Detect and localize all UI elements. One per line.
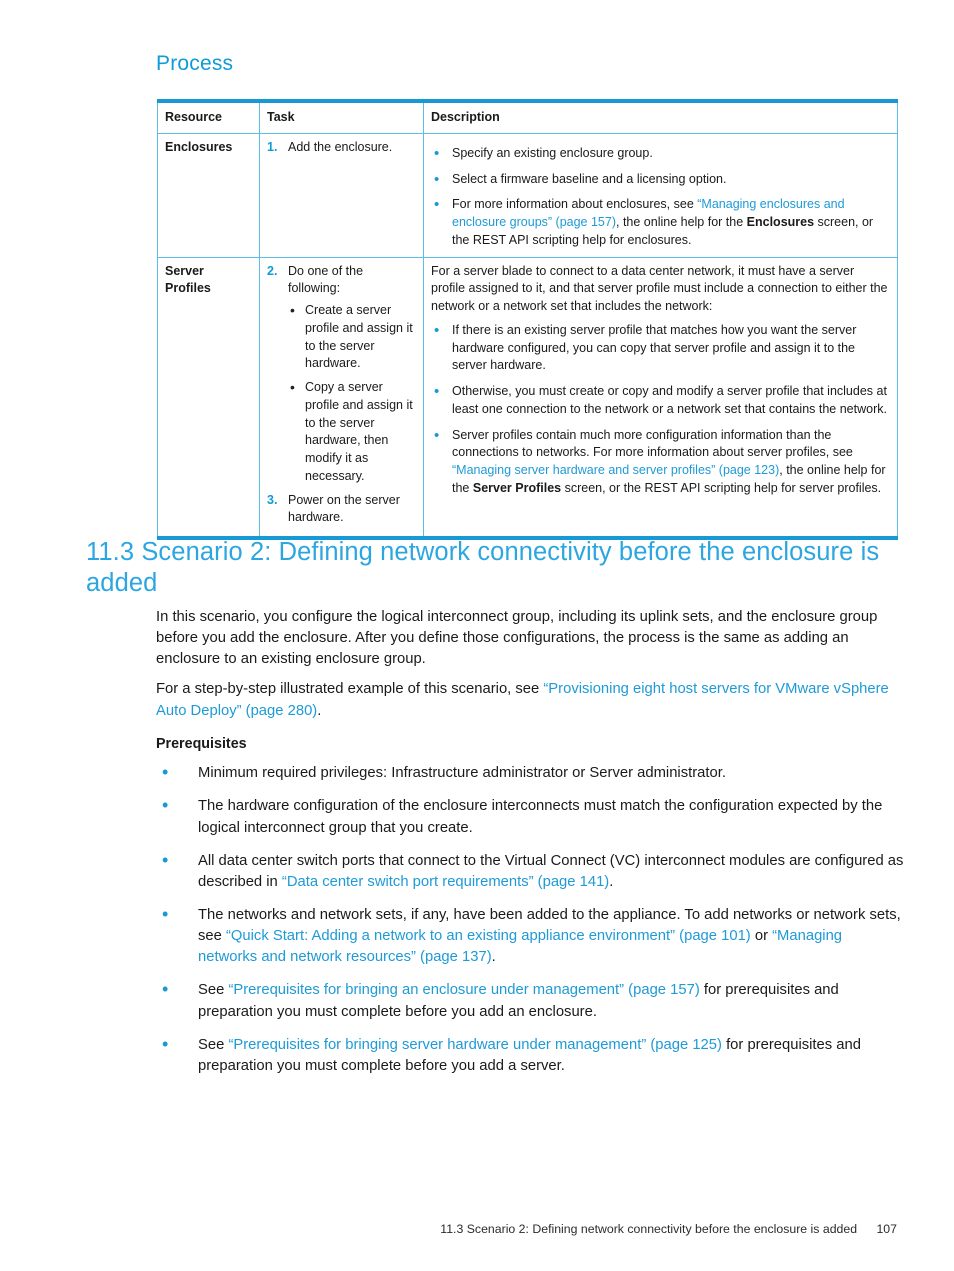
text-run: Otherwise, you must create or copy and m… [452, 384, 887, 416]
text-run: . [317, 702, 322, 719]
prerequisites-list: Minimum required privileges: Infrastruct… [156, 760, 904, 1077]
description-intro: For a server blade to connect to a data … [431, 263, 888, 314]
task-step-list: 2. Do one of the following: Create a serve… [267, 263, 416, 528]
description-bullet: For more information about enclosures, s… [431, 194, 890, 249]
cell-resource: Server Profiles [157, 256, 260, 538]
task-substep: Copy a server profile and assign it to t… [288, 378, 416, 486]
cross-reference-link[interactable]: “Data center switch port requirements” (… [282, 874, 609, 890]
text-run: For more information about enclosures, s… [452, 197, 698, 212]
text-run: See [198, 982, 229, 999]
step-text: Power on the server hardware. [288, 492, 400, 525]
description-bullet: If there is an existing server profile t… [431, 320, 890, 375]
text-run: screen, or the REST API scripting help f… [561, 480, 882, 495]
step-number: 3. [267, 492, 278, 507]
cross-reference-link[interactable]: “Managing server hardware and server pro… [452, 463, 779, 477]
prerequisite-item: The hardware configuration of the enclos… [156, 793, 904, 838]
text-run: Server profiles contain much more config… [452, 427, 853, 460]
cell-description: For a server blade to connect to a data … [423, 256, 898, 538]
text-run: If there is an existing server profile t… [452, 322, 857, 373]
prerequisite-item: See “Prerequisites for bringing server h… [156, 1032, 904, 1077]
text-run: The hardware configuration of the enclos… [198, 798, 883, 836]
task-step: 1. Add the enclosure. [267, 139, 416, 157]
text-run: Select a firmware baseline and a licensi… [452, 171, 727, 186]
body-paragraph: For a step-by-step illustrated example o… [156, 679, 904, 721]
emphasis-text: Enclosures [746, 215, 815, 229]
document-page: Process Resource Task Description Enclos… [0, 0, 954, 1271]
prerequisites-heading: Prerequisites [156, 735, 247, 752]
cell-task: 1. Add the enclosure. [259, 133, 424, 257]
page-title: Process [156, 52, 234, 75]
description-bullet: Otherwise, you must create or copy and m… [431, 381, 890, 419]
task-substep-list: Create a server profile and assign it to… [288, 301, 416, 486]
section-body: In this scenario, you configure the logi… [156, 607, 904, 1089]
cell-description: Specify an existing enclosure group. Sele… [423, 133, 898, 257]
footer-title: 11.3 Scenario 2: Defining network connec… [440, 1222, 858, 1236]
resource-label: Enclosures [165, 139, 233, 154]
process-table: Resource Task Description Enclosures 1. Ad… [157, 99, 898, 540]
section-paragraphs: In this scenario, you configure the logi… [156, 607, 904, 722]
description-bullet: Select a firmware baseline and a licensi… [431, 169, 890, 190]
step-text: Do one of the following: [288, 263, 364, 296]
prerequisite-item: See “Prerequisites for bringing an enclo… [156, 977, 904, 1022]
text-run: For a step-by-step illustrated example o… [156, 681, 544, 698]
page-footer: 11.3 Scenario 2: Defining network connec… [0, 1222, 954, 1236]
table-row: Enclosures 1. Add the enclosure. Specify an… [157, 133, 898, 257]
task-step: 3. Power on the server hardware. [267, 492, 416, 528]
column-header-resource: Resource [157, 101, 260, 134]
table-body: Enclosures 1. Add the enclosure. Specify an… [157, 133, 898, 538]
text-run: Specify an existing enclosure group. [452, 145, 653, 160]
text-run: , the online help for the [616, 215, 747, 229]
prerequisite-item: All data center switch ports that connec… [156, 848, 904, 893]
description-bullet-list: Specify an existing enclosure group. Sele… [431, 143, 890, 250]
text-run: or [750, 928, 773, 945]
cross-reference-link[interactable]: “Quick Start: Adding a network to an exi… [226, 928, 751, 944]
cross-reference-link[interactable]: “Prerequisites for bringing an enclosure… [228, 982, 699, 998]
description-bullet-list: If there is an existing server profile t… [431, 320, 890, 498]
table-header-row: Resource Task Description [157, 101, 898, 134]
prerequisite-item: Minimum required privileges: Infrastruct… [156, 760, 904, 786]
text-run: . [609, 873, 614, 890]
column-header-task: Task [259, 101, 424, 134]
footer-page-number: 107 [876, 1222, 897, 1236]
step-number: 1. [267, 139, 278, 154]
text-run: Minimum required privileges: Infrastruct… [198, 765, 726, 782]
text-run: In this scenario, you configure the logi… [156, 609, 878, 668]
section-heading: 11.3 Scenario 2: Defining network connec… [86, 538, 880, 598]
cell-resource: Enclosures [157, 133, 260, 257]
step-number: 2. [267, 263, 278, 278]
task-substep: Create a server profile and assign it to… [288, 301, 416, 373]
prerequisite-item: The networks and network sets, if any, h… [156, 902, 904, 968]
table-header: Resource Task Description [157, 101, 898, 134]
emphasis-text: Server Profiles [472, 480, 562, 495]
text-run: . [491, 949, 496, 966]
column-header-description: Description [423, 101, 898, 134]
text-run: See [198, 1036, 229, 1053]
resource-label: Server Profiles [165, 263, 211, 296]
task-step-list: 1. Add the enclosure. [267, 139, 416, 157]
cross-reference-link[interactable]: “Prerequisites for bringing server hardw… [228, 1037, 722, 1053]
table-row: Server Profiles 2. Do one of the following… [157, 256, 898, 538]
step-text: Add the enclosure. [288, 139, 393, 154]
description-bullet: Server profiles contain much more config… [431, 425, 890, 498]
cell-task: 2. Do one of the following: Create a serve… [259, 256, 424, 538]
description-bullet: Specify an existing enclosure group. [431, 143, 890, 164]
body-paragraph: In this scenario, you configure the logi… [156, 607, 904, 670]
task-step: 2. Do one of the following: Create a serve… [267, 263, 416, 486]
